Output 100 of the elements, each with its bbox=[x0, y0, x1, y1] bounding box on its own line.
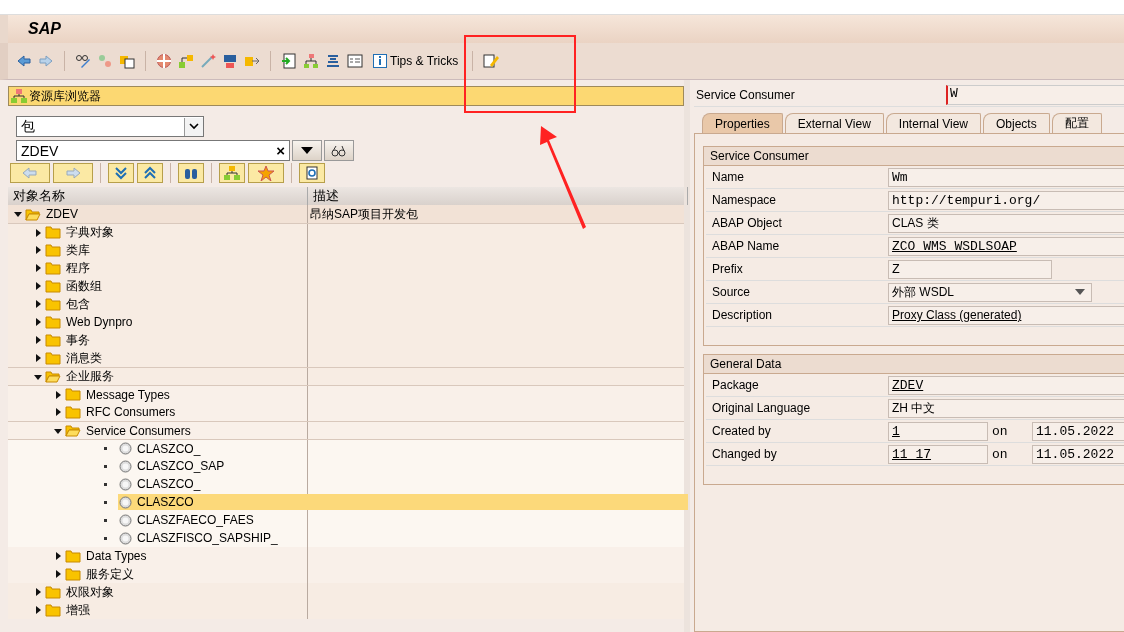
tree-item[interactable]: CLASZCO_SAP bbox=[135, 459, 227, 473]
tree-item[interactable]: 包含 bbox=[64, 295, 92, 313]
header-label: Service Consumer bbox=[695, 88, 796, 102]
tree-item[interactable]: 消息类 bbox=[64, 349, 104, 367]
expand-arrow-icon[interactable] bbox=[54, 390, 62, 399]
tree-item[interactable]: Message Types bbox=[84, 387, 172, 402]
tree-item[interactable]: Data Types bbox=[84, 549, 149, 563]
tree-item[interactable]: CLASZCO_ bbox=[135, 477, 203, 491]
expand-arrow-icon[interactable] bbox=[54, 408, 62, 416]
tips-and-tricks-button[interactable]: Tips & Tricks bbox=[369, 54, 463, 68]
expand-arrow-icon[interactable] bbox=[34, 588, 42, 596]
tree-item[interactable]: 增强 bbox=[64, 601, 92, 619]
tree-item[interactable]: 企业服务 bbox=[64, 368, 116, 385]
tree-item[interactable]: CLASZFISCO_SAPSHIP_ bbox=[135, 531, 280, 545]
folder-icon bbox=[65, 405, 81, 419]
tree-item[interactable]: Web Dynpro bbox=[64, 315, 135, 329]
user-field[interactable]: 1 bbox=[888, 421, 988, 441]
link-field[interactable]: ZCO_WMS_WSDLSOAP bbox=[888, 236, 1124, 256]
tree-item[interactable]: CLASZCO_ bbox=[135, 441, 203, 456]
on-label: on bbox=[991, 446, 1009, 462]
field-label: Package bbox=[711, 378, 760, 392]
copy-object-icon[interactable] bbox=[119, 53, 135, 69]
expand-arrow-icon[interactable] bbox=[54, 552, 62, 560]
back-icon bbox=[22, 167, 38, 179]
tab[interactable]: Objects bbox=[983, 113, 1050, 133]
text-field[interactable]: Wm bbox=[888, 167, 1124, 187]
expand-arrow-icon[interactable] bbox=[34, 318, 42, 326]
tab[interactable]: Properties bbox=[702, 113, 783, 133]
tree-item[interactable]: ZDEV bbox=[44, 207, 80, 221]
tab[interactable]: External View bbox=[784, 113, 884, 133]
link-field[interactable]: Proxy Class (generated) bbox=[888, 305, 1124, 325]
user-field[interactable]: 11 17 bbox=[888, 444, 988, 464]
stack-icon[interactable] bbox=[325, 53, 341, 69]
collapse-arrow-icon[interactable] bbox=[14, 210, 22, 218]
stamp-icon[interactable] bbox=[222, 53, 238, 69]
tree-item[interactable]: 类库 bbox=[64, 241, 92, 259]
folder-icon bbox=[65, 549, 81, 563]
text-field[interactable]: http://tempuri.org/ bbox=[888, 190, 1124, 210]
collapse-arrow-icon[interactable] bbox=[34, 372, 42, 381]
expand-arrow-icon[interactable] bbox=[34, 300, 42, 308]
insert-document-icon[interactable] bbox=[281, 53, 297, 69]
description-cell-text: 昂纳SAP项目开发包 bbox=[309, 206, 419, 223]
text-field[interactable]: ZH 中文 bbox=[888, 398, 1124, 418]
expand-arrow-icon[interactable] bbox=[34, 228, 42, 237]
tree-item[interactable]: 服务定义 bbox=[84, 565, 136, 583]
expand-arrow-icon[interactable] bbox=[34, 354, 42, 362]
collapse-all-button[interactable] bbox=[137, 163, 163, 183]
object-type-dropdown[interactable]: 包 bbox=[16, 116, 204, 137]
bullet-icon bbox=[104, 518, 107, 522]
info-icon bbox=[373, 54, 387, 68]
text-field[interactable]: Z bbox=[888, 259, 1052, 279]
header-field[interactable]: W bbox=[946, 85, 1124, 105]
list-window-icon[interactable] bbox=[347, 53, 363, 69]
expand-arrow-icon[interactable] bbox=[34, 336, 42, 344]
tree-item[interactable]: CLASZFAECO_FAES bbox=[135, 513, 256, 527]
tree-item[interactable]: 程序 bbox=[64, 259, 92, 277]
edit-document-icon[interactable] bbox=[483, 53, 500, 69]
tree-item[interactable]: 权限对象 bbox=[64, 583, 116, 601]
target-icon[interactable] bbox=[156, 53, 172, 69]
folder-icon bbox=[65, 388, 81, 401]
tree-item[interactable]: RFC Consumers bbox=[84, 405, 178, 419]
folder-icon bbox=[45, 261, 61, 275]
clear-button[interactable]: × bbox=[276, 142, 285, 159]
collapse-arrow-icon[interactable] bbox=[54, 426, 62, 435]
hierarchy-icon[interactable] bbox=[178, 53, 194, 69]
date-field[interactable]: 11.05.2022 bbox=[1032, 444, 1124, 464]
favorites-button[interactable] bbox=[248, 163, 284, 183]
expand-arrow-icon[interactable] bbox=[34, 282, 42, 290]
bullet-icon bbox=[104, 536, 107, 540]
tree-item[interactable]: CLASZCO bbox=[135, 495, 196, 509]
expand-arrow-icon[interactable] bbox=[34, 246, 42, 254]
date-field[interactable]: 11.05.2022 bbox=[1032, 421, 1124, 441]
tab[interactable]: Internal View bbox=[885, 113, 981, 133]
tree-item[interactable]: 事务 bbox=[64, 331, 92, 349]
hierarchy-up-button[interactable] bbox=[219, 163, 245, 183]
back-icon[interactable] bbox=[16, 53, 32, 69]
field-label: ABAP Object bbox=[711, 216, 783, 230]
folder-icon bbox=[45, 243, 61, 257]
tree-item[interactable]: Service Consumers bbox=[84, 423, 193, 438]
dropdown-button[interactable] bbox=[292, 140, 322, 161]
expand-arrow-icon[interactable] bbox=[54, 570, 62, 578]
open-folder-icon bbox=[65, 424, 81, 437]
expand-all-button[interactable] bbox=[108, 163, 134, 183]
object-name-field[interactable]: ZDEV × bbox=[16, 140, 290, 161]
display-button[interactable] bbox=[324, 140, 354, 161]
open-folder-icon bbox=[25, 207, 41, 221]
org-chart-icon[interactable] bbox=[303, 53, 319, 69]
refresh-button[interactable] bbox=[299, 163, 325, 183]
glasses-pencil-icon[interactable] bbox=[75, 53, 91, 69]
text-field[interactable]: CLAS 类 bbox=[888, 213, 1124, 233]
find-button[interactable] bbox=[178, 163, 204, 183]
tab[interactable]: 配置 bbox=[1051, 113, 1102, 133]
link-field[interactable]: ZDEV bbox=[888, 375, 1124, 395]
expand-arrow-icon[interactable] bbox=[34, 264, 42, 272]
expand-arrow-icon[interactable] bbox=[34, 606, 42, 614]
binoculars-icon bbox=[184, 166, 198, 180]
glasses-icon bbox=[331, 144, 347, 157]
dropdown-field[interactable]: 外部 WSDL bbox=[888, 282, 1092, 302]
tree-item[interactable]: 函数组 bbox=[64, 277, 104, 295]
tree-item[interactable]: 字典对象 bbox=[64, 224, 116, 241]
